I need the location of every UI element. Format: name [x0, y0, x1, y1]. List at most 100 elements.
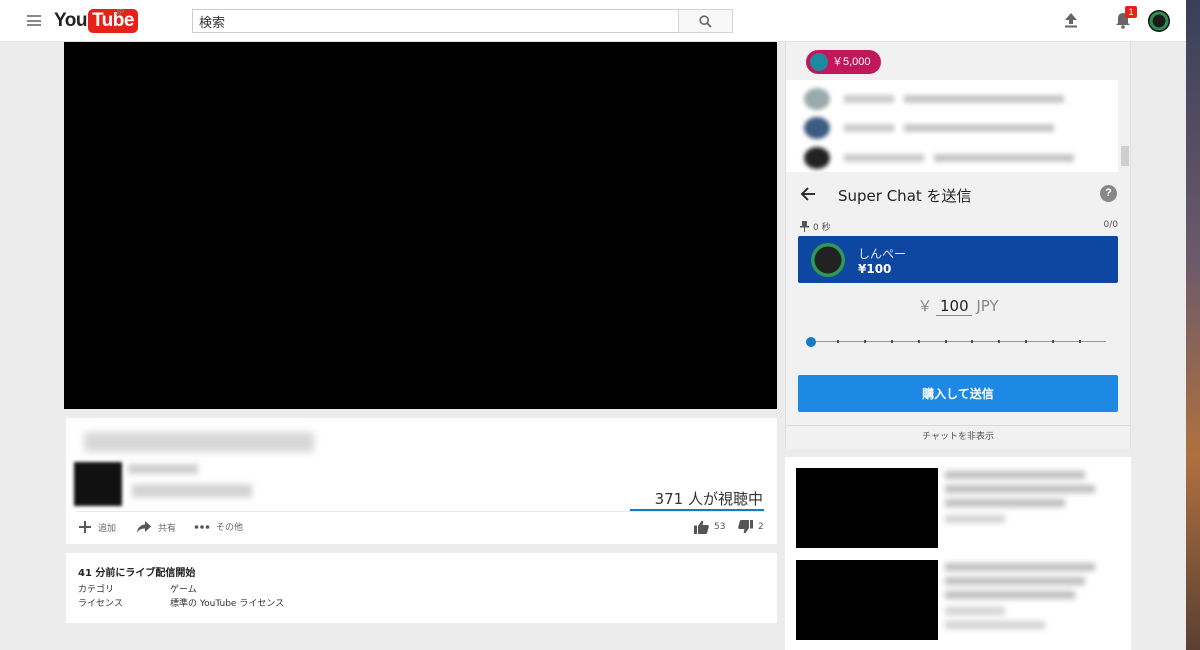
pin-duration: 0 秒 — [800, 220, 831, 233]
search-input[interactable] — [192, 9, 678, 33]
category-label: カテゴリ — [78, 585, 115, 595]
related-video-thumbnail[interactable] — [796, 560, 938, 640]
chat-author-blurred — [844, 95, 894, 103]
masthead: YouTube JP 1 — [0, 0, 1186, 42]
related-meta-blurred — [945, 515, 1005, 523]
live-chat-panel: ￥5,000 Super Chat を送信 ? 0 秒 0/0 しんぺー ¥10… — [785, 42, 1131, 449]
desktop-edge — [1186, 0, 1200, 650]
license-row: ライセンス 標準の YouTube ライセンス — [78, 596, 284, 609]
search-button[interactable] — [678, 9, 733, 33]
notification-badge: 1 — [1125, 6, 1137, 18]
more-dots-icon — [194, 524, 210, 529]
share-button[interactable]: 共有 — [136, 520, 176, 534]
more-actions-button[interactable]: その他 — [194, 520, 243, 533]
logo-tube-text: Tube — [87, 9, 138, 33]
slider-tick — [890, 340, 893, 343]
info-divider — [76, 511, 766, 512]
pin-duration-text: 0 秒 — [813, 223, 831, 233]
thumbs-up-icon — [694, 520, 709, 534]
search-icon — [699, 14, 712, 28]
preview-amount: ¥100 — [858, 262, 892, 276]
dislike-button[interactable]: 2 — [738, 520, 764, 534]
super-chat-title: Super Chat を送信 — [838, 187, 972, 205]
related-meta-blurred — [945, 621, 1045, 629]
ticker-amount: ￥5,000 — [832, 56, 871, 68]
logo-region-label: JP — [115, 8, 125, 17]
live-viewer-count: 371 人が視聴中 — [654, 490, 763, 508]
amount-slider[interactable] — [806, 336, 1106, 348]
channel-avatar-blurred[interactable] — [74, 462, 122, 506]
live-started-text: 41 分前にライブ配信開始 — [78, 568, 196, 579]
license-value: 標準の YouTube ライセンス — [170, 599, 285, 609]
slider-tick — [917, 340, 920, 343]
slider-knob[interactable] — [806, 337, 816, 347]
chat-avatar — [804, 117, 830, 139]
license-label: ライセンス — [78, 599, 123, 609]
slider-tick — [998, 340, 1001, 343]
chat-author-blurred — [844, 154, 924, 162]
chat-text-blurred — [934, 154, 1074, 162]
category-value[interactable]: ゲーム — [170, 582, 197, 595]
menu-icon[interactable] — [27, 15, 41, 26]
hide-chat-button[interactable]: チャットを非表示 — [786, 425, 1130, 449]
slider-tick — [1079, 340, 1082, 343]
chat-message — [804, 88, 1104, 112]
video-player[interactable] — [64, 42, 777, 409]
more-label: その他 — [216, 523, 244, 533]
chat-message — [804, 117, 1104, 141]
back-arrow-icon[interactable] — [800, 186, 816, 202]
currency-symbol: ￥ — [917, 297, 933, 315]
like-count: 53 — [714, 522, 726, 532]
related-title-blurred[interactable] — [945, 591, 1075, 599]
amount-row: ￥ 100 JPY — [786, 295, 1130, 316]
chat-message — [804, 147, 1104, 171]
plus-icon — [79, 521, 91, 533]
chat-avatar — [804, 147, 830, 169]
add-to-button[interactable]: 追加 — [78, 520, 116, 534]
subscribe-area-blurred[interactable] — [132, 484, 252, 498]
video-title-blurred — [84, 432, 314, 452]
slider-tick — [1052, 340, 1055, 343]
purchase-and-send-button[interactable]: 購入して送信 — [798, 375, 1118, 412]
chat-messages-list[interactable] — [786, 80, 1118, 172]
related-title-blurred[interactable] — [945, 499, 1065, 507]
slider-tick — [1025, 340, 1028, 343]
upload-icon[interactable] — [1062, 11, 1080, 29]
related-video-thumbnail[interactable] — [796, 468, 938, 548]
chat-text-blurred — [904, 95, 1064, 103]
slider-track — [810, 341, 1106, 342]
pin-icon — [800, 221, 809, 232]
chat-scrollbar[interactable] — [1121, 146, 1129, 166]
related-title-blurred[interactable] — [945, 471, 1085, 479]
related-videos — [785, 457, 1131, 650]
chat-avatar — [804, 88, 830, 110]
logo-you-text: You — [54, 10, 87, 31]
chat-author-blurred — [844, 124, 894, 132]
help-icon[interactable]: ? — [1100, 185, 1117, 202]
slider-tick — [863, 340, 866, 343]
like-button[interactable]: 53 — [694, 520, 725, 534]
related-title-blurred[interactable] — [945, 577, 1085, 585]
slider-tick — [836, 340, 839, 343]
share-icon — [137, 521, 151, 533]
channel-name-blurred[interactable] — [128, 464, 198, 474]
currency-code: JPY — [976, 297, 999, 315]
add-label: 追加 — [98, 523, 117, 534]
related-meta-blurred — [945, 607, 1005, 615]
super-chat-ticker-item[interactable]: ￥5,000 — [806, 50, 881, 74]
category-row: カテゴリ ゲーム — [78, 582, 197, 595]
sender-avatar — [811, 243, 845, 277]
ticker-avatar — [810, 53, 828, 71]
super-chat-header: Super Chat を送信 ? — [786, 172, 1130, 218]
slider-tick — [971, 340, 974, 343]
related-title-blurred[interactable] — [945, 485, 1095, 493]
related-title-blurred[interactable] — [945, 563, 1095, 571]
slider-tick — [944, 340, 947, 343]
sender-name: しんぺー — [858, 247, 907, 261]
youtube-logo[interactable]: You Tube — [54, 9, 138, 33]
amount-input[interactable]: 100 — [936, 297, 973, 316]
account-avatar[interactable] — [1148, 10, 1170, 32]
chat-text-blurred — [904, 124, 1054, 132]
video-meta-card: 41 分前にライブ配信開始 カテゴリ ゲーム ライセンス 標準の YouTube… — [66, 553, 777, 623]
dislike-count: 2 — [758, 522, 764, 532]
